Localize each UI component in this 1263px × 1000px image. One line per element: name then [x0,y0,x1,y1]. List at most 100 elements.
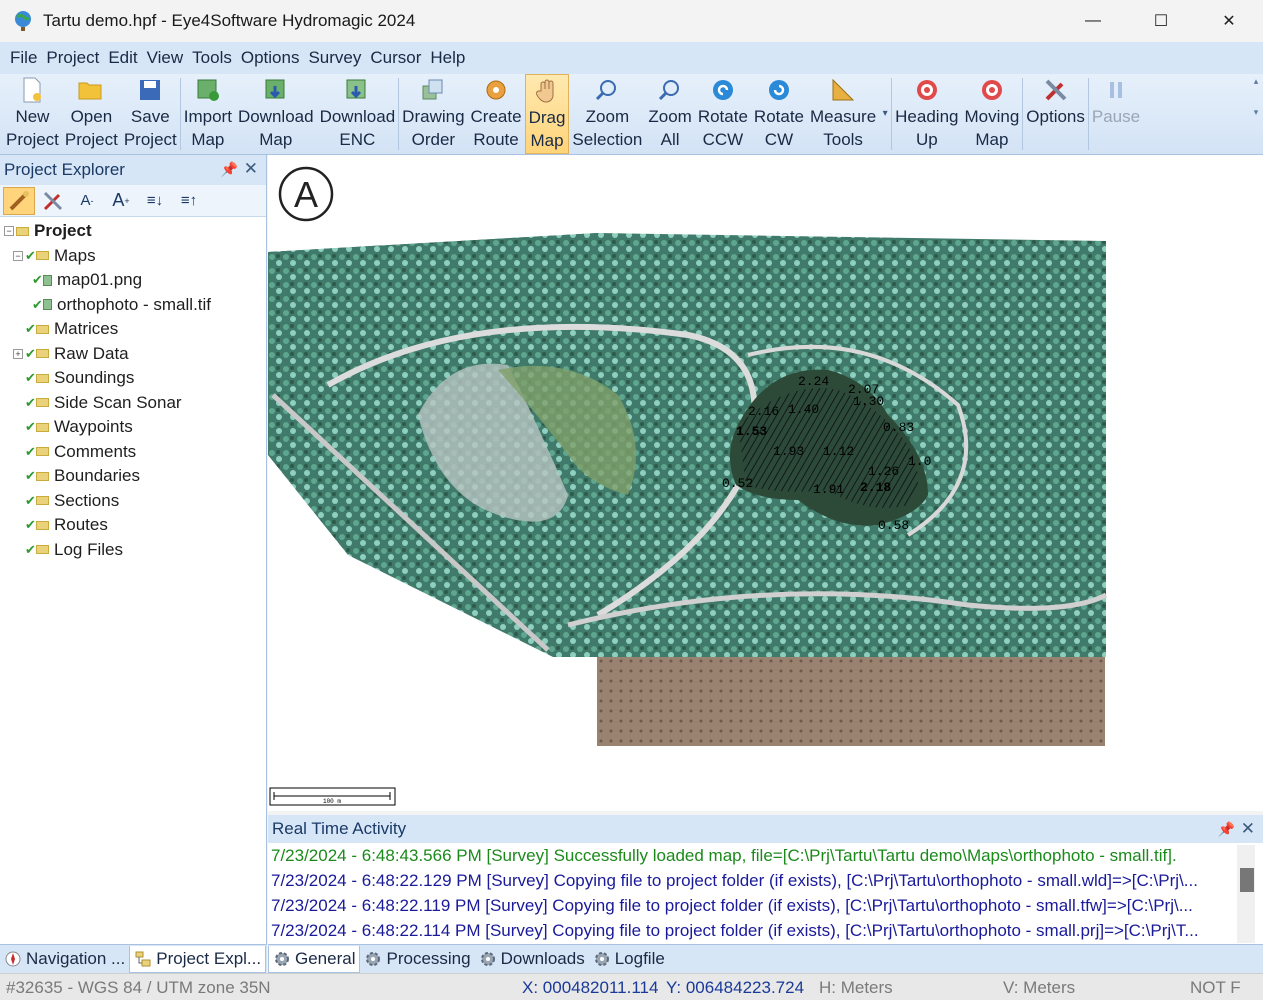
menu-project[interactable]: Project [46,48,99,68]
checkmark-icon[interactable]: ✔ [25,493,36,509]
toolbar-scroll-arrows[interactable]: ▴ ▾ [1251,76,1261,152]
menu-view[interactable]: View [147,48,184,68]
tree-node-matrices[interactable]: ✔ Matrices [0,317,266,342]
close-icon[interactable]: ✕ [244,159,258,179]
tools-icon[interactable] [37,187,69,215]
expand-icon[interactable]: + [13,348,23,359]
measure-dropdown-arrow-icon[interactable]: ▾ [879,74,891,154]
tab-downloads[interactable]: Downloads [475,946,589,973]
collapse-icon[interactable]: − [13,250,23,261]
close-button[interactable]: ✕ [1195,0,1263,42]
drawing-order-button[interactable]: Drawing Order [399,74,467,154]
checkmark-icon[interactable]: ✔ [32,272,43,288]
new-project-label-2: Project [6,130,59,149]
scrollbar-thumb[interactable] [1240,868,1254,892]
checkmark-icon[interactable]: ✔ [25,321,36,337]
menu-edit[interactable]: Edit [108,48,137,68]
import-map-icon [194,76,222,104]
rotate-ccw-label-2: CCW [702,130,744,149]
tree-node-side-scan[interactable]: ✔ Side Scan Sonar [0,391,266,416]
tree-node-map01[interactable]: ✔ map01.png [0,268,266,293]
tab-general[interactable]: General [268,945,361,973]
tree-node-orthophoto[interactable]: ✔ orthophoto - small.tif [0,293,266,318]
drag-map-button[interactable]: Drag Map [524,74,570,154]
scale-bar-label: 100 m [323,798,341,805]
tree-node-soundings[interactable]: ✔ Soundings [0,366,266,391]
zoom-selection-button[interactable]: Zoom Selection [569,74,645,154]
tree-node-sections[interactable]: ✔ Sections [0,489,266,514]
zoom-all-label-2: All [660,130,680,149]
menu-survey[interactable]: Survey [308,48,361,68]
pin-icon[interactable]: 📌 [221,161,238,178]
checkmark-icon[interactable]: ✔ [25,346,36,362]
moving-map-button[interactable]: Moving Map [961,74,1022,154]
checkmark-icon[interactable]: ✔ [25,444,36,460]
open-project-button[interactable]: Open Project [62,74,121,154]
zoom-all-button[interactable]: Zoom All [645,74,694,154]
rotate-ccw-button[interactable]: Rotate CCW [695,74,751,154]
tools-wrench-icon [1042,76,1070,104]
checkmark-icon[interactable]: ✔ [25,517,36,533]
collapse-icon[interactable]: − [4,226,14,237]
tree-node-raw-data[interactable]: + ✔ Raw Data [0,342,266,367]
map-canvas[interactable]: 2.24 2.07 2.16 1.40 1.53 1.30 1.93 1.12 … [268,155,1263,811]
checkmark-icon[interactable]: ✔ [25,542,36,558]
compass-icon [5,951,21,967]
download-map-icon [262,76,290,104]
tree-node-project[interactable]: − Project [0,219,266,244]
tree-node-comments[interactable]: ✔ Comments [0,440,266,465]
checkmark-icon[interactable]: ✔ [25,468,36,484]
checkmark-icon[interactable]: ✔ [25,248,36,264]
ribbon-toolbar: New Project Open Project Save Project Im… [0,74,1263,155]
tree-node-boundaries[interactable]: ✔ Boundaries [0,464,266,489]
tab-logfile[interactable]: Logfile [589,946,669,973]
tree-node-maps[interactable]: − ✔ Maps [0,244,266,269]
download-map-button[interactable]: Download Map [235,74,317,154]
pause-button[interactable]: Pause [1089,74,1143,154]
options-label: Options [1026,107,1085,126]
checkmark-icon[interactable]: ✔ [25,419,36,435]
tree-node-routes[interactable]: ✔ Routes [0,513,266,538]
tab-processing[interactable]: Processing [360,946,474,973]
new-project-button[interactable]: New Project [3,74,62,154]
maximize-button[interactable]: ☐ [1127,0,1195,42]
checkmark-icon[interactable]: ✔ [32,297,43,313]
sort-ascending-icon[interactable]: ≡↓ [139,187,171,215]
rotate-cw-button[interactable]: Rotate CW [751,74,807,154]
sort-descending-icon[interactable]: ≡↑ [173,187,205,215]
sounding-label: 1.0 [908,454,931,469]
download-enc-label-2: ENC [339,130,376,149]
font-increase-icon[interactable]: A + [105,187,137,215]
folder-icon [16,226,29,236]
minimize-button[interactable]: — [1059,0,1127,42]
tree-node-log-files[interactable]: ✔ Log Files [0,538,266,563]
save-project-button[interactable]: Save Project [121,74,180,154]
menu-tools[interactable]: Tools [192,48,232,68]
drawing-order-icon [419,76,447,104]
properties-tool-icon[interactable] [3,186,35,215]
download-enc-button[interactable]: Download ENC [317,74,399,154]
menu-options[interactable]: Options [241,48,300,68]
close-icon[interactable]: ✕ [1241,819,1255,839]
tab-navigation[interactable]: Navigation ... [0,946,129,973]
checkmark-icon[interactable]: ✔ [25,395,36,411]
font-decrease-icon[interactable]: A- [71,187,103,215]
menu-help[interactable]: Help [430,48,465,68]
gear-icon [275,951,289,966]
status-gps: NOT F [1190,978,1241,997]
measure-tools-button[interactable]: Measure Tools [807,74,879,154]
pin-icon[interactable]: 📌 [1218,821,1235,838]
create-route-button[interactable]: Create Route [468,74,525,154]
log-scrollbar[interactable] [1237,845,1255,943]
menu-file[interactable]: File [10,48,37,68]
folder-icon [36,324,49,334]
checkmark-icon[interactable]: ✔ [25,370,36,386]
heading-up-button[interactable]: Heading Up [892,74,961,154]
map-view[interactable]: 2.24 2.07 2.16 1.40 1.53 1.30 1.93 1.12 … [268,155,1263,811]
menu-cursor[interactable]: Cursor [370,48,421,68]
options-button[interactable]: Options [1023,74,1088,154]
sounding-label: 1.93 [773,444,804,459]
import-map-button[interactable]: Import Map [181,74,235,154]
tab-project-explorer[interactable]: Project Expl... [129,945,267,973]
tree-node-waypoints[interactable]: ✔ Waypoints [0,415,266,440]
